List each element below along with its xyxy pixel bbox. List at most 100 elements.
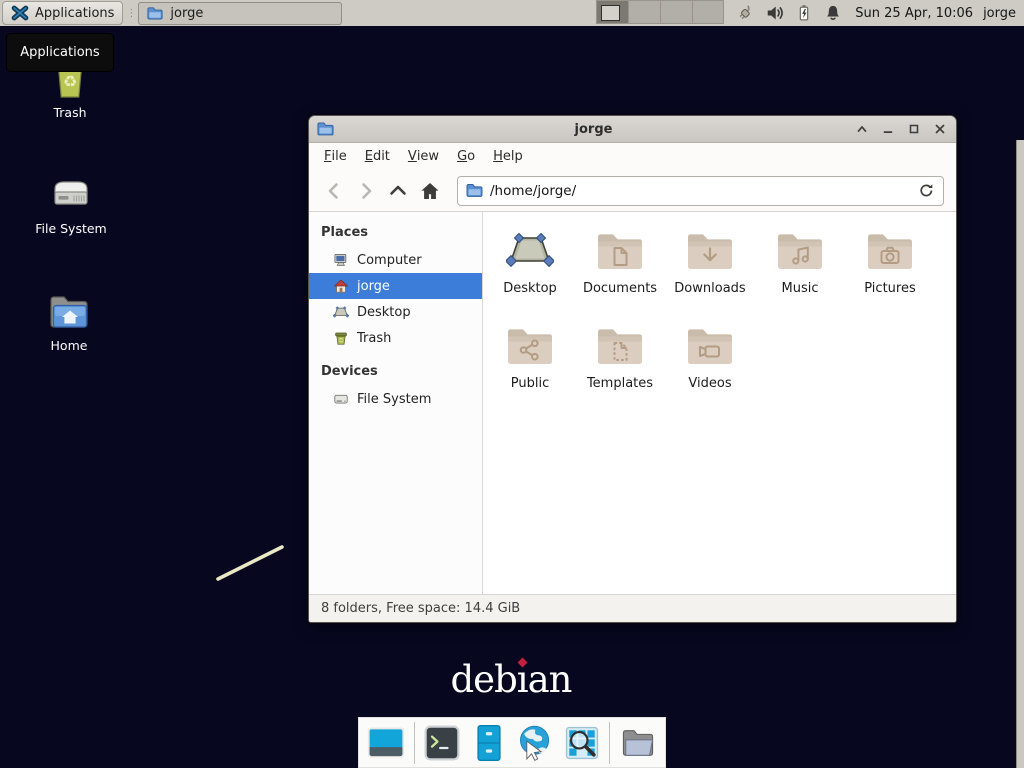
i-desktop-sym: [333, 304, 349, 320]
workspace-1[interactable]: [596, 0, 628, 24]
devices-header: Devices: [309, 357, 482, 386]
folder-label: Public: [511, 376, 549, 391]
close-button[interactable]: [931, 121, 948, 138]
minimize-button[interactable]: [879, 121, 896, 138]
folder-label: Desktop: [503, 281, 557, 296]
workspace-window-thumb: [601, 5, 620, 21]
sidebar-item-label: Trash: [357, 331, 391, 346]
e-video: [686, 321, 734, 369]
file-manager-window: jorge FileEditViewGoHelp: [308, 115, 957, 623]
system-tray: [736, 3, 843, 23]
menu-file[interactable]: File: [315, 143, 356, 170]
menu-view[interactable]: View: [399, 143, 448, 170]
folder-videos[interactable]: Videos: [665, 321, 755, 416]
forward-button[interactable]: [353, 178, 379, 204]
i-dock-folder: [618, 723, 658, 763]
dock-terminal-button[interactable]: [421, 722, 463, 764]
notifications-bell-icon[interactable]: [823, 3, 843, 23]
clock[interactable]: Sun 25 Apr, 10:06: [855, 6, 973, 21]
location-path[interactable]: /home/jorge/: [490, 183, 911, 199]
sidebar-item-jorge[interactable]: jorge: [309, 273, 482, 299]
panel-handle: ⋮: [126, 8, 135, 19]
workspace-2[interactable]: [628, 0, 660, 24]
desktop-icon-home[interactable]: Home: [23, 286, 115, 353]
taskbar-window-label: jorge: [170, 6, 203, 21]
desktop-icon-file-system[interactable]: File System: [25, 169, 117, 236]
battery-charging-icon[interactable]: [794, 3, 814, 23]
workspace-3[interactable]: [660, 0, 692, 24]
i-dock-terminal: [422, 723, 462, 763]
e-share: [506, 321, 554, 369]
dock-panel: [358, 717, 666, 768]
sidebar-item-trash[interactable]: Trash: [309, 325, 482, 351]
xfce-logo-icon: [11, 4, 29, 22]
folder-label: Downloads: [674, 281, 745, 296]
dock-separator: [414, 722, 415, 764]
file-list: Desktop Documents Downloads Music Pictur…: [483, 212, 956, 594]
username-label[interactable]: jorge: [983, 6, 1016, 21]
menu-edit[interactable]: Edit: [356, 143, 399, 170]
folder-downloads[interactable]: Downloads: [665, 226, 755, 321]
right-edge-panel[interactable]: [1016, 140, 1024, 768]
i-plug: [736, 3, 756, 23]
folder-label: Pictures: [864, 281, 915, 296]
folder-public[interactable]: Public: [485, 321, 575, 416]
places-sidebar: Places Computer jorge Desktop Trash Devic…: [309, 212, 483, 594]
menubar: FileEditViewGoHelp: [309, 143, 956, 170]
menu-go[interactable]: Go: [448, 143, 484, 170]
folder-documents[interactable]: Documents: [575, 226, 665, 321]
i-home-big: [45, 286, 93, 334]
e-camera: [866, 226, 914, 274]
home-button[interactable]: [417, 178, 443, 204]
i-bell: [823, 3, 843, 23]
i-dock-finder: [562, 723, 602, 763]
taskbar-window-button[interactable]: jorge: [138, 2, 342, 25]
sidebar-item-label: File System: [357, 392, 431, 407]
e-template: [596, 321, 644, 369]
debian-wallpaper-logo: debıan: [411, 658, 611, 701]
dock-file-manager-button[interactable]: [468, 722, 510, 764]
i-battery: [794, 3, 814, 23]
i-trash-mini: [333, 330, 349, 346]
sidebar-item-file-system[interactable]: File System: [309, 386, 482, 412]
applications-menu-button[interactable]: Applications: [2, 1, 123, 25]
window-folder-icon: [317, 121, 334, 137]
dock-directory-menu-button[interactable]: [617, 722, 659, 764]
i-drive-big: [47, 169, 95, 217]
applications-menu-label: Applications: [35, 6, 114, 21]
places-header: Places: [309, 218, 482, 247]
reload-icon[interactable]: [918, 182, 935, 199]
sidebar-item-desktop[interactable]: Desktop: [309, 299, 482, 325]
back-button[interactable]: [321, 178, 347, 204]
folder-templates[interactable]: Templates: [575, 321, 665, 416]
folder-pictures[interactable]: Pictures: [845, 226, 935, 321]
shade-button[interactable]: [853, 121, 870, 138]
dock-web-browser-button[interactable]: [514, 722, 556, 764]
workspace-switcher: [596, 0, 724, 26]
desktop-icon-label: Home: [51, 339, 88, 353]
maximize-button[interactable]: [905, 121, 922, 138]
location-bar[interactable]: /home/jorge/: [457, 176, 944, 206]
pencil-stroke: [210, 540, 294, 588]
folder-label: Documents: [583, 281, 657, 296]
dock-app-finder-button[interactable]: [561, 722, 603, 764]
folder-desktop[interactable]: Desktop: [485, 226, 575, 321]
i-dock-globe: [515, 723, 555, 763]
e-document: [596, 226, 644, 274]
i-drive-mini: [333, 391, 349, 407]
window-titlebar[interactable]: jorge: [309, 116, 956, 143]
network-plug-icon[interactable]: [736, 3, 756, 23]
i-dock-cabinet: [469, 723, 509, 763]
workspace-4[interactable]: [692, 0, 724, 24]
dock-separator: [609, 722, 610, 764]
dock-show-desktop-button[interactable]: [365, 722, 407, 764]
volume-icon[interactable]: [765, 3, 785, 23]
sidebar-item-label: Computer: [357, 253, 422, 268]
sidebar-item-computer[interactable]: Computer: [309, 247, 482, 273]
up-button[interactable]: [385, 178, 411, 204]
toolbar: /home/jorge/: [309, 170, 956, 212]
folder-icon: [147, 6, 163, 21]
folder-music[interactable]: Music: [755, 226, 845, 321]
tooltip-text: Applications: [20, 45, 99, 60]
menu-help[interactable]: Help: [484, 143, 532, 170]
